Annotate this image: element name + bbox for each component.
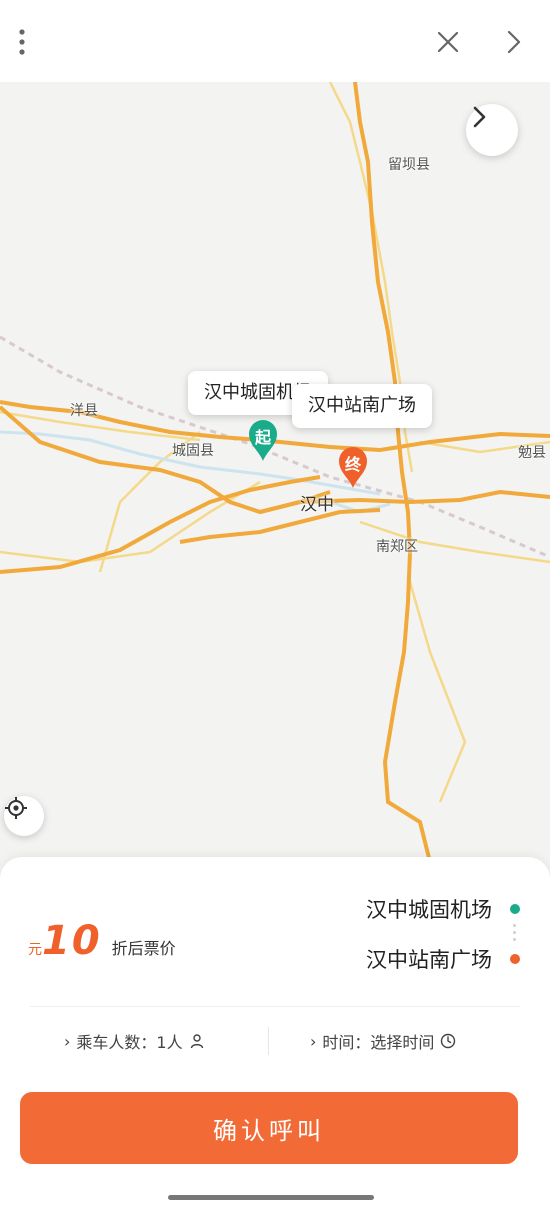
chevron-right-icon[interactable] <box>497 26 529 58</box>
time-option[interactable]: 时间：选择时间 › <box>310 1028 456 1054</box>
person-icon <box>190 1034 203 1049</box>
passengers-option[interactable]: 乘车人数：1人 › <box>64 1028 205 1054</box>
map-label-yangxian: 洋县 <box>70 403 98 419</box>
locate-icon <box>5 797 27 819</box>
chevron-right-icon: › <box>64 1031 71 1051</box>
route-destination-row[interactable]: 汉中站南广场 <box>366 944 520 974</box>
destination-pin[interactable]: 终 <box>336 445 370 489</box>
expand-button[interactable] <box>466 104 518 156</box>
fare-value: 10 <box>42 918 102 964</box>
destination-dot <box>510 954 520 964</box>
route-destination: 汉中站南广场 <box>366 948 492 972</box>
route-origin-row[interactable]: 汉中城固机场 <box>366 894 520 924</box>
passengers-label: 乘车人数：1人 <box>76 1033 183 1052</box>
map-roads <box>0 82 550 863</box>
home-indicator[interactable] <box>168 1195 374 1200</box>
time-label: 时间：选择时间 <box>322 1033 435 1052</box>
map-label-mianxian: 勉县 <box>518 445 546 461</box>
route-connector <box>513 924 516 945</box>
confirm-call-button[interactable]: 确认呼叫 <box>20 1092 518 1164</box>
origin-pin[interactable]: 起 <box>246 418 280 462</box>
options-divider <box>268 1027 269 1055</box>
route-origin: 汉中城固机场 <box>366 898 492 922</box>
map-view[interactable]: 留坝县 洋县 城固县 汉中 南郑区 勉县 汉中城固机场 汉中站南广场 起 终 <box>0 82 550 882</box>
map-label-nanzheng: 南郑区 <box>376 539 418 555</box>
clock-icon <box>441 1033 456 1049</box>
top-bar <box>0 0 550 82</box>
close-icon[interactable] <box>432 26 464 58</box>
more-vertical-icon[interactable] <box>6 26 38 58</box>
origin-dot <box>510 904 520 914</box>
chevron-right-icon: › <box>310 1031 317 1051</box>
fare-label: 折后票价 <box>111 939 176 958</box>
chevron-right-icon <box>473 106 486 128</box>
locate-button[interactable] <box>4 796 44 836</box>
panel-divider <box>30 1006 520 1007</box>
map-label-liuba: 留坝县 <box>388 157 430 173</box>
fare-display: 折后票价 10 元 <box>20 918 176 964</box>
map-label-hanzhong: 汉中 <box>300 495 334 515</box>
origin-pin-label: 起 <box>254 428 271 447</box>
destination-callout[interactable]: 汉中站南广场 <box>292 384 432 428</box>
map-label-chenggu: 城固县 <box>172 443 214 459</box>
fare-unit: 元 <box>28 942 42 958</box>
destination-pin-label: 终 <box>344 455 361 474</box>
